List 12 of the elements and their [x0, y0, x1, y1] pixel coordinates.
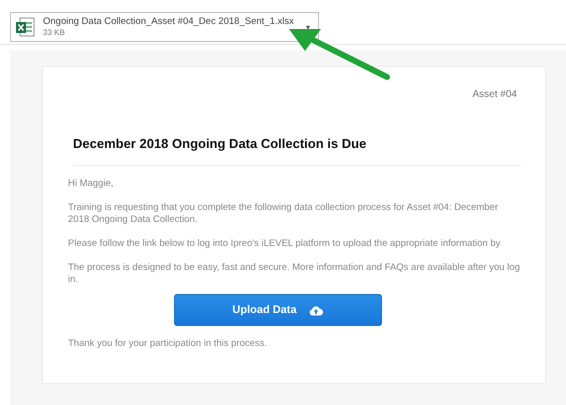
- body-paragraph: The process is designed to be easy, fast and secure. More information and FAQs are available after you log in.: [68, 262, 521, 286]
- email-title: December 2018 Ongoing Data Collection is Due: [73, 136, 521, 166]
- file-size: 33 KB: [43, 27, 66, 38]
- upload-data-button[interactable]: Upload Data: [174, 294, 382, 326]
- asset-label: Asset #04: [472, 89, 518, 100]
- closing-text: Thank you for your participation in this process.: [68, 338, 268, 350]
- body-paragraph: Hi Maggie,: [68, 178, 114, 190]
- body-paragraph: Training is requesting that you complete the following data collection process for Asset #04: December 2018 Ongoing Data Collection.: [68, 202, 500, 226]
- body-paragraph: Please follow the link below to log into Ipreo's iLEVEL platform to upload the appropriate information by: [68, 238, 502, 250]
- file-name: Ongoing Data Collection_Asset #04_Dec 2018_Sent_1.xlsx: [43, 16, 294, 27]
- cloud-upload-icon: [308, 304, 323, 316]
- spreadsheet-file-icon: [15, 17, 35, 37]
